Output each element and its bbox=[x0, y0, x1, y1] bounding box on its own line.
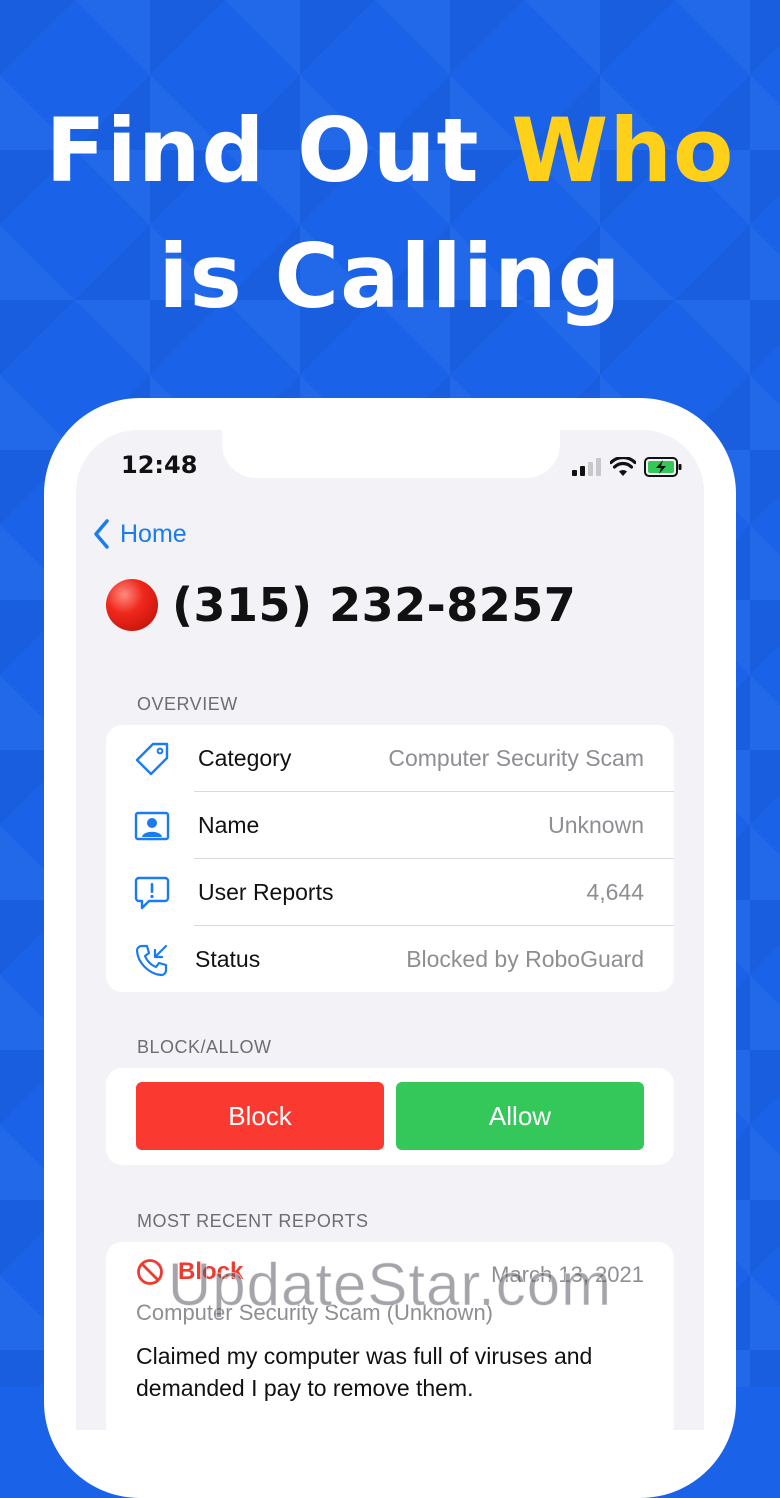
status-time: 12:48 bbox=[121, 451, 198, 479]
status-icons bbox=[572, 456, 682, 478]
headline-line-1: Find Out Who bbox=[0, 88, 780, 214]
user-reports-value: 4,644 bbox=[586, 879, 644, 905]
overview-row-name[interactable]: Name Unknown bbox=[106, 792, 674, 859]
report-bubble-icon bbox=[134, 876, 170, 910]
category-label: Category bbox=[198, 745, 292, 771]
overview-row-category[interactable]: Category Computer Security Scam bbox=[106, 725, 674, 792]
headline: Find Out Who is Calling bbox=[0, 88, 780, 340]
report-text: Claimed my computer was full of viruses … bbox=[136, 1343, 593, 1401]
watermark: UpdateStar.com bbox=[167, 1251, 613, 1319]
chevron-left-icon bbox=[94, 519, 109, 549]
wifi-icon bbox=[610, 457, 636, 476]
block-allow-card: Block Allow bbox=[106, 1068, 674, 1165]
block-button[interactable]: Block bbox=[136, 1082, 384, 1150]
headline-highlight: Who bbox=[511, 99, 735, 202]
headline-text: Find Out bbox=[45, 99, 512, 202]
user-reports-label: User Reports bbox=[198, 879, 334, 905]
headline-line-2: is Calling bbox=[158, 225, 622, 328]
overview-row-user-reports[interactable]: User Reports 4,644 bbox=[106, 859, 674, 926]
battery-charging-icon bbox=[644, 457, 682, 477]
overview-card: Category Computer Security Scam Name Unk… bbox=[106, 725, 674, 992]
status-value: Blocked by RoboGuard bbox=[406, 946, 644, 972]
category-value: Computer Security Scam bbox=[388, 745, 644, 771]
signal-icon bbox=[572, 458, 601, 476]
overview-section-label: OVERVIEW bbox=[137, 694, 238, 714]
back-label: Home bbox=[120, 519, 187, 548]
status-label: Status bbox=[195, 946, 261, 972]
name-value: Unknown bbox=[548, 812, 644, 838]
phone-incoming-icon bbox=[135, 944, 168, 977]
phone-number: (315) 232-8257 bbox=[172, 578, 577, 632]
name-label: Name bbox=[198, 812, 260, 838]
back-button[interactable]: Home bbox=[92, 518, 187, 550]
allow-button[interactable]: Allow bbox=[396, 1082, 644, 1150]
red-circle-icon bbox=[106, 579, 158, 631]
overview-row-status[interactable]: Status Blocked by RoboGuard bbox=[106, 926, 674, 993]
tag-icon bbox=[135, 742, 169, 776]
block-allow-section-label: BLOCK/ALLOW bbox=[137, 1037, 272, 1057]
contact-card-icon bbox=[134, 811, 170, 841]
page-title: (315) 232-8257 bbox=[106, 578, 576, 632]
recent-reports-section-label: MOST RECENT REPORTS bbox=[137, 1211, 369, 1231]
phone-notch bbox=[222, 430, 560, 478]
